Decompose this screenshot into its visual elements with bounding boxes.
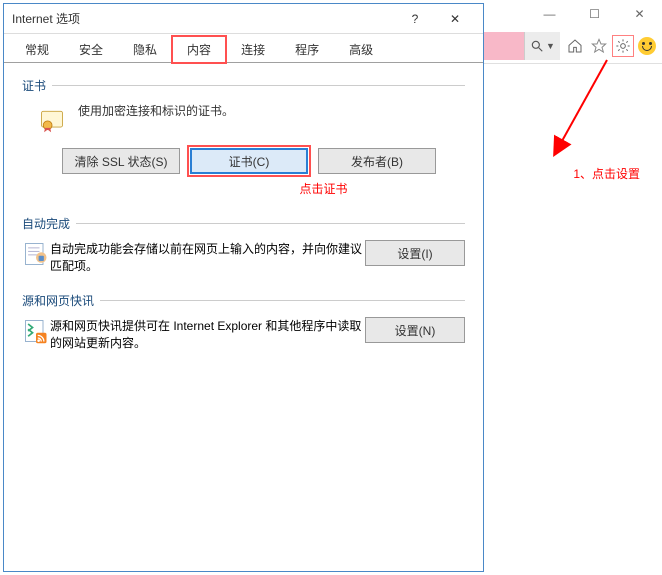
tab-privacy[interactable]: 隐私: [118, 36, 172, 63]
dialog-content: 证书 使用加密连接和标识的证书。 清除 SSL 状态(S) 证书(C) 发布者(…: [4, 63, 483, 383]
help-icon: ?: [412, 12, 419, 26]
search-button[interactable]: ▼: [524, 32, 560, 60]
divider: [76, 223, 465, 224]
window-controls: — ☐ ✕: [484, 0, 662, 28]
tab-content[interactable]: 内容: [172, 36, 226, 63]
maximize-icon: ☐: [589, 7, 600, 21]
group-head-feeds: 源和网页快讯: [22, 292, 465, 309]
divider: [52, 85, 465, 86]
publishers-button[interactable]: 发布者(B): [318, 148, 436, 174]
group-title-autocomplete: 自动完成: [22, 215, 76, 232]
annotation-click-cert: 点击证书: [182, 180, 465, 197]
feeds-icon: [22, 317, 50, 351]
address-bar[interactable]: [484, 32, 524, 60]
tab-security[interactable]: 安全: [64, 36, 118, 63]
tab-connections[interactable]: 连接: [226, 36, 280, 63]
certificates-button[interactable]: 证书(C): [190, 148, 308, 174]
autocomplete-settings-button[interactable]: 设置(I): [365, 240, 465, 266]
internet-options-dialog: Internet 选项 ? ✕ 常规 安全 隐私 内容 连接 程序 高级 证书 …: [3, 3, 484, 572]
gear-icon: [615, 38, 631, 54]
tools-button[interactable]: [612, 35, 634, 57]
group-title-certificates: 证书: [22, 77, 52, 94]
close-icon: ✕: [450, 12, 460, 26]
certificates-buttons: 清除 SSL 状态(S) 证书(C) 发布者(B): [62, 148, 465, 174]
group-title-feeds: 源和网页快讯: [22, 292, 100, 309]
tab-programs[interactable]: 程序: [280, 36, 334, 63]
minimize-icon: —: [544, 7, 556, 21]
smiley-icon: [638, 37, 656, 55]
feedback-button[interactable]: [636, 35, 658, 57]
dialog-title: Internet 选项: [12, 10, 395, 27]
tab-general[interactable]: 常规: [10, 36, 64, 63]
dialog-tabs: 常规 安全 隐私 内容 连接 程序 高级: [4, 34, 483, 62]
group-head-certificates: 证书: [22, 77, 465, 94]
minimize-button[interactable]: —: [527, 0, 572, 28]
search-dropdown-icon: ▼: [546, 41, 555, 51]
search-icon: [530, 39, 544, 53]
home-icon: [567, 38, 583, 54]
group-head-autocomplete: 自动完成: [22, 215, 465, 232]
browser-toolbar: ▼: [484, 28, 662, 64]
close-button[interactable]: ✕: [617, 0, 662, 28]
certificate-icon: [36, 104, 68, 136]
home-button[interactable]: [564, 35, 586, 57]
autocomplete-row: 自动完成功能会存储以前在网页上输入的内容，并向你建议匹配项。 设置(I): [22, 240, 465, 274]
annotation-step1: 1、点击设置: [573, 165, 640, 182]
feeds-settings-button[interactable]: 设置(N): [365, 317, 465, 343]
tab-advanced[interactable]: 高级: [334, 36, 388, 63]
group-feeds: 源和网页快讯 源和网页快讯提供可在 Internet Explorer 和其他程…: [22, 292, 465, 351]
dialog-title-bar: Internet 选项 ? ✕: [4, 4, 483, 34]
close-icon: ✕: [634, 7, 644, 21]
divider: [100, 300, 465, 301]
toolbar-icons: [560, 35, 662, 57]
autocomplete-desc: 自动完成功能会存储以前在网页上输入的内容，并向你建议匹配项。: [50, 240, 365, 274]
dialog-help-button[interactable]: ?: [395, 5, 435, 33]
certificates-row: 使用加密连接和标识的证书。: [22, 102, 465, 136]
group-autocomplete: 自动完成 自动完成功能会存储以前在网页上输入的内容，并向你建议匹配项。 设置(I…: [22, 215, 465, 274]
maximize-button[interactable]: ☐: [572, 0, 617, 28]
feeds-row: 源和网页快讯提供可在 Internet Explorer 和其他程序中读取的网站…: [22, 317, 465, 351]
favorites-button[interactable]: [588, 35, 610, 57]
clear-ssl-button[interactable]: 清除 SSL 状态(S): [62, 148, 180, 174]
feeds-desc: 源和网页快讯提供可在 Internet Explorer 和其他程序中读取的网站…: [50, 317, 365, 351]
dialog-close-button[interactable]: ✕: [435, 5, 475, 33]
autocomplete-icon: [22, 240, 50, 274]
star-icon: [591, 38, 607, 54]
browser-chrome: — ☐ ✕ ▼: [484, 0, 662, 575]
group-certificates: 证书 使用加密连接和标识的证书。 清除 SSL 状态(S) 证书(C) 发布者(…: [22, 77, 465, 197]
certificates-desc: 使用加密连接和标识的证书。: [78, 102, 465, 121]
